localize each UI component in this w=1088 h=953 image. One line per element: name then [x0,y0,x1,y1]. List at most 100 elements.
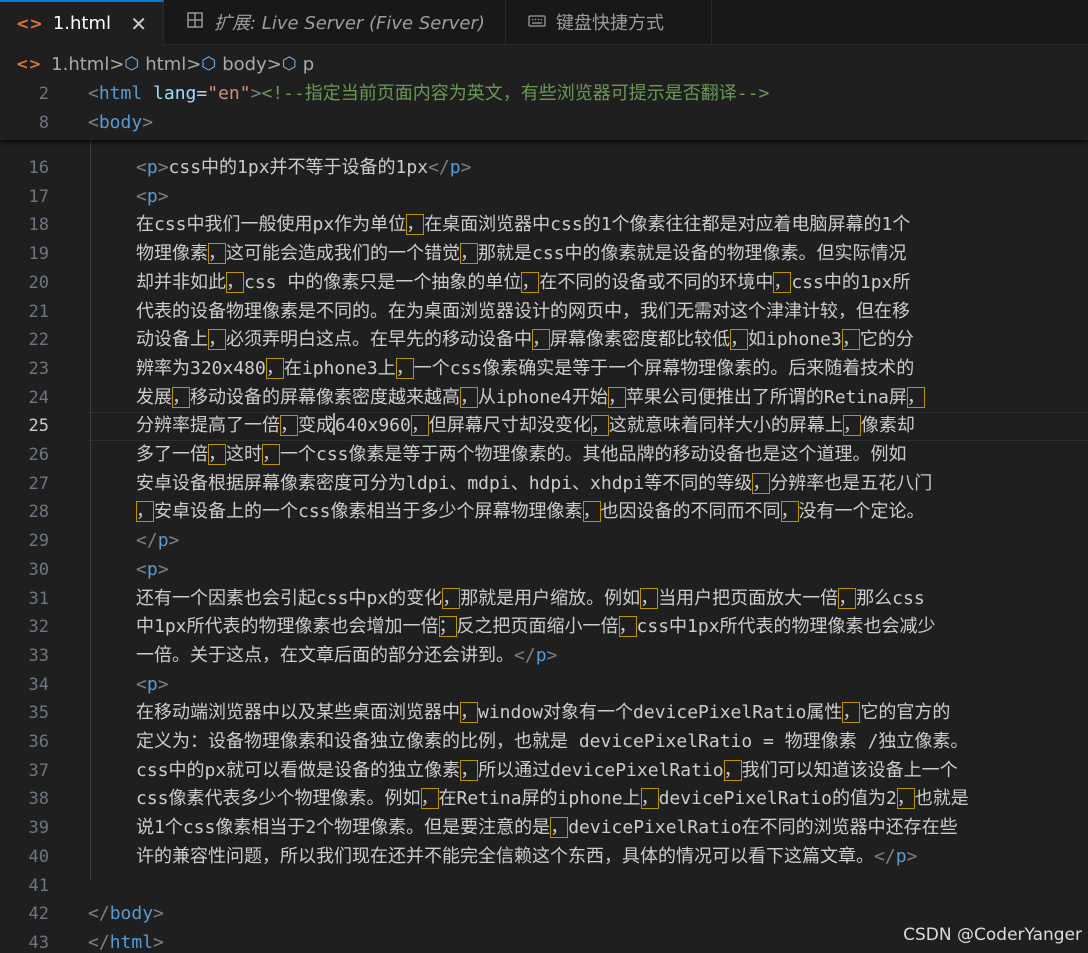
code-line[interactable]: 19 物理像素，这可能会造成我们的一个错觉，那就是css中的像素就是设备的物理像素… [0,240,1088,269]
code-token: 它的分 [859,329,914,351]
code-token: p [449,157,461,178]
unicode-highlight-char: ， [590,415,609,437]
code-text: </p> [136,527,179,556]
code-line[interactable]: 24 发展，移动设备的屏幕像素密度越来越高，从iphone4开始，苹果公司便推出了… [0,384,1088,413]
code-token: 分辨率也是五花八门 [770,472,933,494]
code-editor[interactable]: 16 <p>css中的1px并不等于设备的1px</p> 17 <p> 18 在css中我… [0,140,1088,953]
line-number: 16 [28,158,49,178]
unicode-highlight-char: ， [550,817,569,839]
code-line[interactable]: 30 <p> [0,556,1088,585]
code-text: 代表的设备物理像素是不同的。在为桌面浏览器设计的网页中，我们无需对这个津津计较，… [136,298,910,327]
code-line[interactable]: 39 说1个css像素相当于2个物理像素。但是要注意的是，devicePixelR… [0,814,1088,843]
line-number: 41 [28,875,49,896]
code-line[interactable]: 2 <html lang="en"><!--指定当前页面内容为英文，有些浏览器可提… [0,80,1088,109]
code-line[interactable]: 38 css像素代表多少个物理像素。例如，在Retina屏的iphone上，dev… [0,785,1088,814]
extension-preview-icon [186,11,204,34]
code-line[interactable]: 41 [0,872,1088,901]
code-token: < [136,558,147,580]
code-token: 却并非如此 [136,271,226,293]
code-line[interactable]: 29 </p> [0,527,1088,556]
code-token: < [136,185,147,207]
code-token: > [250,83,262,104]
unicode-highlight-char: ， [896,788,915,810]
code-token: </ [428,157,450,178]
code-line[interactable]: 25 分辨率提高了一倍，变成640x960，但屏幕尺寸却没变化，这就意味着同样大小… [0,412,1088,441]
unicode-highlight-char: ， [532,329,550,351]
code-token: body [109,903,154,925]
html-file-icon: <> [16,14,43,33]
sticky-scroll-header[interactable]: 2 <html lang="en"><!--指定当前页面内容为英文，有些浏览器可提… [0,80,1088,140]
code-line[interactable]: 20 却并非如此，css 中的像素只是一个抽象的单位，在不同的设备或不同的环境中，… [0,269,1088,298]
line-number: 38 [28,789,49,810]
code-token: css中的px就可以看做是设备的独立像素 [136,759,461,781]
code-line[interactable]: 23 辨率为320x480，在iphone3上，一个css像素确实是等于一个屏幕物… [0,355,1088,384]
code-line[interactable]: 21 代表的设备物理像素是不同的。在为桌面浏览器设计的网页中，我们无需对这个津津计… [0,298,1088,327]
code-line[interactable]: 34 <p> [0,671,1088,700]
line-number: 21 [28,301,49,322]
code-line[interactable]: 17 <p> [0,183,1088,212]
code-text: 物理像素，这可能会造成我们的一个错觉，那就是css中的像素就是设备的物理像素。但… [136,240,907,269]
tab-label: 键盘快捷方式 [556,13,664,34]
code-text: 还有一个因素也会引起css中px的变化，那就是用户缩放。例如，当用户把页面放大一… [136,585,925,614]
unicode-highlight-char: ， [773,271,792,293]
code-text: css中的px就可以看做是设备的独立像素，所以通过devicePixelRati… [136,757,958,786]
code-line[interactable]: 22 动设备上，必须弄明白这点。在早先的移动设备中，屏幕像素密度都比较低，如iph… [0,326,1088,355]
unicode-highlight-char: ， [208,329,226,351]
code-token: = [196,83,208,104]
unicode-highlight-char: ， [723,759,742,781]
code-token: < [136,673,147,695]
breadcrumb-item-html[interactable]: ⬡ html [124,54,186,75]
line-number: 29 [28,531,49,552]
code-line[interactable]: 26 多了一倍，这时，一个css像素是等于两个物理像素的。其他品牌的移动设备也是这… [0,441,1088,470]
code-token: p [146,558,158,580]
line-number: 19 [28,244,49,265]
line-number: 43 [28,932,49,953]
breadcrumb-item-body[interactable]: ⬡ body [201,54,266,75]
code-token: > [157,673,169,695]
breadcrumb-item-file[interactable]: <> 1.html [16,54,109,75]
code-token: 这就意味着同样大小的屏幕上 [608,415,843,437]
code-token: css中的1px所 [791,271,911,293]
code-token: p [895,845,907,867]
code-line[interactable]: 35 在移动端浏览器中以及某些桌面浏览器中，window对象有一个devicePi… [0,699,1088,728]
line-number: 25 [28,416,49,437]
tab-1-html[interactable]: <> 1.html ✕ [0,0,164,45]
code-line[interactable]: 16 <p>css中的1px并不等于设备的1px</p> [0,154,1088,183]
editor-tab-bar: <> 1.html ✕ 扩展: Live Server (Five Server… [0,0,1088,45]
breadcrumb-item-p[interactable]: ⬡ p [282,54,314,75]
line-number: 23 [28,358,49,379]
code-token: 当用户把页面放大一倍 [658,587,839,609]
code-token: 这时 [226,444,262,465]
code-line[interactable]: 36 定义为：设备物理像素和设备独立像素的比例，也就是 devicePixelRa… [0,728,1088,757]
close-icon[interactable]: ✕ [130,12,147,36]
code-token: 辨率为320x480 [136,357,266,379]
code-token: p [146,185,158,207]
code-line[interactable]: 8 <body> [0,109,1088,138]
code-token: < [136,157,147,178]
line-number: 22 [28,330,49,351]
code-line[interactable]: 18 在css中我们一般使用px作为单位，在桌面浏览器中css的1个像素往往都是对… [0,211,1088,240]
line-number: 8 [38,113,49,133]
code-line[interactable]: 37 css中的px就可以看做是设备的独立像素，所以通过devicePixelRa… [0,757,1088,786]
code-token: > [157,157,169,178]
unicode-highlight-char: ， [521,271,540,293]
code-text: 说1个css像素相当于2个物理像素。但是要注意的是，devicePixelRat… [136,814,958,843]
code-token: 变成 [298,415,334,437]
code-line[interactable]: 32 中1px所代表的物理像素也会增加一倍；反之把页面缩小一倍，css中1px所代… [0,613,1088,642]
code-line[interactable]: 40 许的兼容性问题，所以我们现在还并不能完全信赖这个东西，具体的情况可以看下这篇… [0,843,1088,872]
code-text: 在移动端浏览器中以及某些桌面浏览器中，window对象有一个devicePixe… [136,699,950,728]
code-token: 分辨率提高了一倍 [136,415,280,437]
code-line[interactable]: 27 安卓设备根据屏幕像素密度可分为ldpi、mdpi、hdpi、xhdpi等不同… [0,470,1088,499]
code-line[interactable]: 33 一倍。关于这点，在文章后面的部分还会讲到。</p> [0,642,1088,671]
code-token: <!--指定当前页面内容为英文，有些浏览器可提示是否翻译--> [261,83,770,104]
tab-keyboard-shortcuts[interactable]: 键盘快捷方式 [506,0,712,44]
code-line[interactable]: 28 ，安卓设备上的一个css像素相当于多少个屏幕物理像素，也因设备的不同而不同，… [0,498,1088,527]
code-token: > [142,112,154,133]
tab-label: 1.html [52,13,111,34]
code-token: p [157,530,169,552]
code-line[interactable]: 31 还有一个因素也会引起css中px的变化，那就是用户缩放。例如，当用户把页面放… [0,585,1088,614]
tab-live-server-extension[interactable]: 扩展: Live Server (Five Server) [164,0,506,44]
element-cube-icon: ⬡ [124,54,140,74]
line-number: 2 [38,84,49,104]
code-text: ，安卓设备上的一个css像素相当于多少个屏幕物理像素，也因设备的不同而不同，没有… [136,498,925,527]
